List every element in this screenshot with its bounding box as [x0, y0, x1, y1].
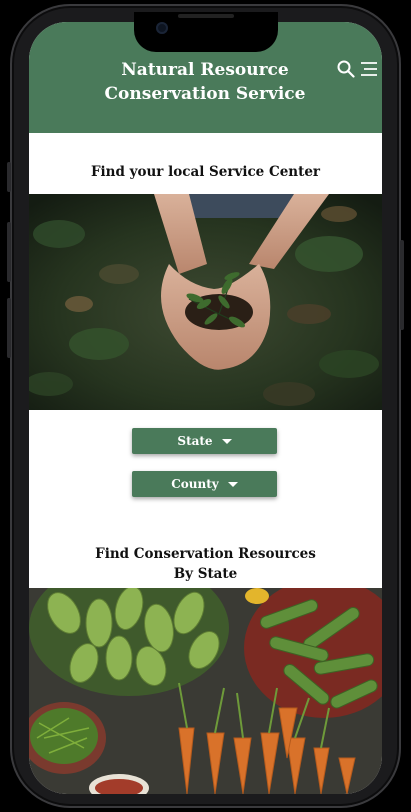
hands-holding-seedling-photo: [29, 194, 382, 410]
phone-volume-up-button: [7, 222, 11, 282]
service-center-heading: Find your local Service Center: [90, 164, 321, 180]
resources-heading-line-1: Find Conservation Resources: [95, 546, 316, 562]
resources-heading-line-2: By State: [173, 566, 238, 582]
site-title-line-2: Conservation Service: [104, 84, 306, 104]
county-dropdown[interactable]: County: [132, 471, 277, 497]
caret-down-icon: [227, 481, 238, 487]
caret-down-icon: [221, 438, 232, 444]
site-title[interactable]: Natural Resource Conservation Service: [99, 58, 311, 106]
state-dropdown-label: State: [177, 434, 213, 448]
phone-volume-down-button: [7, 298, 11, 358]
county-dropdown-label: County: [171, 477, 219, 491]
phone-power-button: [400, 240, 404, 330]
speaker-grille: [178, 14, 234, 18]
front-camera: [156, 22, 168, 34]
phone-mute-switch: [7, 162, 11, 192]
app-screen: Natural Resource Conservation Service Fi…: [29, 22, 382, 794]
hamburger-menu-icon[interactable]: [360, 61, 378, 77]
site-title-line-1: Natural Resource: [121, 60, 289, 80]
search-icon[interactable]: [337, 60, 355, 78]
state-dropdown[interactable]: State: [132, 428, 277, 454]
resources-heading: Find Conservation Resources By State: [29, 544, 382, 584]
vegetables-market-photo: [29, 588, 382, 794]
phone-notch: [134, 12, 278, 52]
